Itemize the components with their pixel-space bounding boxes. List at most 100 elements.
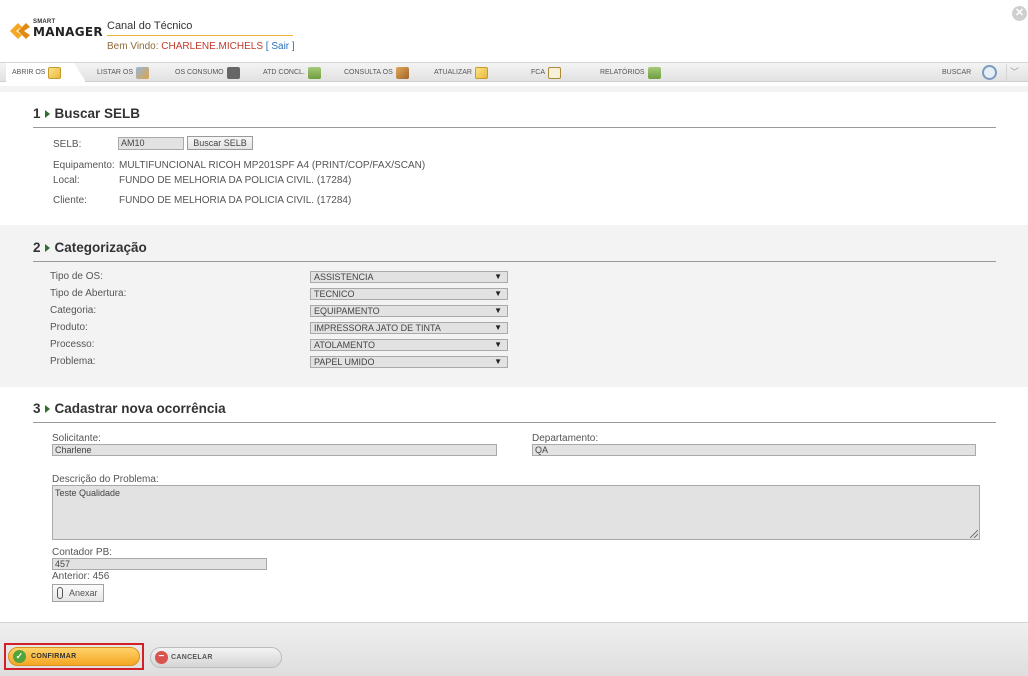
table-icon [307, 66, 321, 79]
search-icon[interactable] [982, 65, 997, 80]
app-header: SMART MANAGER Canal do Técnico Bem Vindo… [0, 0, 1028, 62]
note-icon [475, 66, 488, 79]
counter-label: Contador PB: [52, 547, 113, 558]
logo-mark-icon [10, 23, 30, 39]
tab-fca[interactable]: FCA [531, 63, 561, 82]
field-label-tipo-os: Tipo de OS: [50, 271, 103, 282]
section-title-text: Categorização [54, 240, 147, 255]
title-divider [107, 35, 293, 36]
tab-label: LISTAR OS [97, 69, 134, 76]
chevron-down-icon[interactable]: ﹀ [1006, 64, 1022, 81]
smart-manager-logo: SMART MANAGER [8, 17, 103, 45]
section-categorizacao: 2 Categorização Tipo de OS: ASSISTENCIA ▼… [0, 225, 1028, 387]
section-title-text: Buscar SELB [54, 106, 141, 121]
selb-input[interactable]: AM10 [118, 137, 184, 150]
section-cadastrar-ocorrencia: 3 Cadastrar nova ocorrência Solicitante: … [0, 387, 1028, 622]
resize-grip-icon[interactable] [970, 530, 978, 538]
tab-atd-concl[interactable]: ATD CONCL. [263, 63, 321, 82]
dropdown-arrow-icon: ▼ [494, 306, 502, 315]
close-icon[interactable]: ✕ [1012, 6, 1027, 21]
requester-field[interactable]: Charlene [52, 444, 497, 456]
search-selb-button[interactable]: Buscar SELB [187, 136, 253, 150]
dropdown-arrow-icon: ▼ [494, 323, 502, 332]
gear-icon [226, 66, 240, 79]
previous-counter: Anterior: 456 [52, 571, 110, 582]
cancel-button[interactable]: − CANCELAR [150, 647, 282, 668]
requester-label: Solicitante: [52, 433, 101, 444]
triangle-icon [44, 404, 50, 413]
section-title: 3 Cadastrar nova ocorrência [33, 401, 996, 423]
field-label-problema: Problema: [50, 356, 96, 367]
attach-button[interactable]: Anexar [52, 584, 104, 602]
client-label: Cliente: [53, 195, 87, 206]
logout-link[interactable]: [ Sair ] [266, 41, 295, 52]
confirm-label: CONFIRMAR [31, 653, 77, 660]
section-number: 3 [33, 401, 41, 416]
section-title-text: Cadastrar nova ocorrência [54, 401, 226, 416]
selb-label: SELB: [53, 139, 82, 150]
tab-label: FCA [531, 69, 545, 76]
field-label-processo: Processo: [50, 339, 95, 350]
tab-consulta-os[interactable]: CONSULTA OS [344, 63, 409, 82]
description-textarea[interactable]: Teste Qualidade [52, 485, 980, 540]
section-buscar-selb: 1 Buscar SELB SELB: AM10 Buscar SELB Equi… [0, 92, 1028, 225]
cancel-icon: − [155, 651, 168, 664]
paperclip-icon [57, 587, 63, 599]
select-value: EQUIPAMENTO [314, 306, 380, 316]
select-produto[interactable]: IMPRESSORA JATO DE TINTA ▼ [310, 322, 508, 334]
tools-icon [136, 66, 150, 79]
app-title: Canal do Técnico [107, 20, 193, 32]
tab-listar-os[interactable]: LISTAR OS [97, 63, 150, 82]
tab-label: RELATÓRIOS [600, 69, 645, 76]
select-value: PAPEL UMIDO [314, 357, 375, 367]
select-processo[interactable]: ATOLAMENTO ▼ [310, 339, 508, 351]
tab-label: ATUALIZAR [434, 69, 472, 76]
logo-main-text: MANAGER [33, 25, 103, 39]
main-toolbar: ABRIR OS LISTAR OS OS CONSUMO ATD CONCL.… [0, 62, 1028, 82]
select-value: ASSISTENCIA [314, 272, 374, 282]
check-icon: ✓ [13, 650, 26, 663]
section-number: 1 [33, 106, 41, 121]
clipboard-icon [548, 66, 561, 79]
tab-label: ABRIR OS [12, 69, 46, 76]
tab-relatorios[interactable]: RELATÓRIOS [600, 63, 661, 82]
welcome-line: Bem Vindo: CHARLENE.MICHELS [ Sair ] [107, 41, 295, 52]
tab-label: ATD CONCL. [263, 69, 305, 76]
tab-label: OS CONSUMO [175, 69, 224, 76]
dropdown-arrow-icon: ▼ [494, 289, 502, 298]
cancel-label: CANCELAR [171, 654, 213, 661]
note-icon [48, 66, 62, 79]
select-tipo-abertura[interactable]: TECNICO ▼ [310, 288, 508, 300]
client-value: FUNDO DE MELHORIA DA POLICIA CIVIL. (172… [119, 195, 352, 206]
equipment-label: Equipamento: [53, 160, 115, 171]
field-label-produto: Produto: [50, 322, 88, 333]
select-value: IMPRESSORA JATO DE TINTA [314, 323, 441, 333]
table-icon [647, 66, 661, 79]
location-label: Local: [53, 175, 80, 186]
action-footer: ✓ CONFIRMAR − CANCELAR [0, 622, 1028, 676]
counter-field[interactable]: 457 [52, 558, 267, 570]
dropdown-arrow-icon: ▼ [494, 272, 502, 281]
section-title: 1 Buscar SELB [33, 106, 996, 128]
search-label[interactable]: BUSCAR [942, 63, 971, 82]
location-value: FUNDO DE MELHORIA DA POLICIA CIVIL. (172… [119, 175, 352, 186]
select-value: ATOLAMENTO [314, 340, 376, 350]
section-number: 2 [33, 240, 41, 255]
tab-label: CONSULTA OS [344, 69, 393, 76]
select-categoria[interactable]: EQUIPAMENTO ▼ [310, 305, 508, 317]
tab-os-consumo[interactable]: OS CONSUMO [175, 63, 240, 82]
department-label: Departamento: [532, 433, 599, 444]
tab-abrir-os[interactable]: ABRIR OS [6, 63, 86, 82]
user-name: CHARLENE.MICHELS [161, 41, 263, 52]
triangle-icon [44, 243, 50, 252]
tab-atualizar[interactable]: ATUALIZAR [434, 63, 488, 82]
triangle-icon [44, 109, 50, 118]
select-problema[interactable]: PAPEL UMIDO ▼ [310, 356, 508, 368]
select-tipo-os[interactable]: ASSISTENCIA ▼ [310, 271, 508, 283]
department-field[interactable]: QA [532, 444, 976, 456]
dropdown-arrow-icon: ▼ [494, 340, 502, 349]
section-title: 2 Categorização [33, 240, 996, 262]
confirm-button[interactable]: ✓ CONFIRMAR [8, 647, 140, 666]
confirm-highlight: ✓ CONFIRMAR [4, 643, 144, 670]
description-value: Teste Qualidade [55, 488, 121, 498]
